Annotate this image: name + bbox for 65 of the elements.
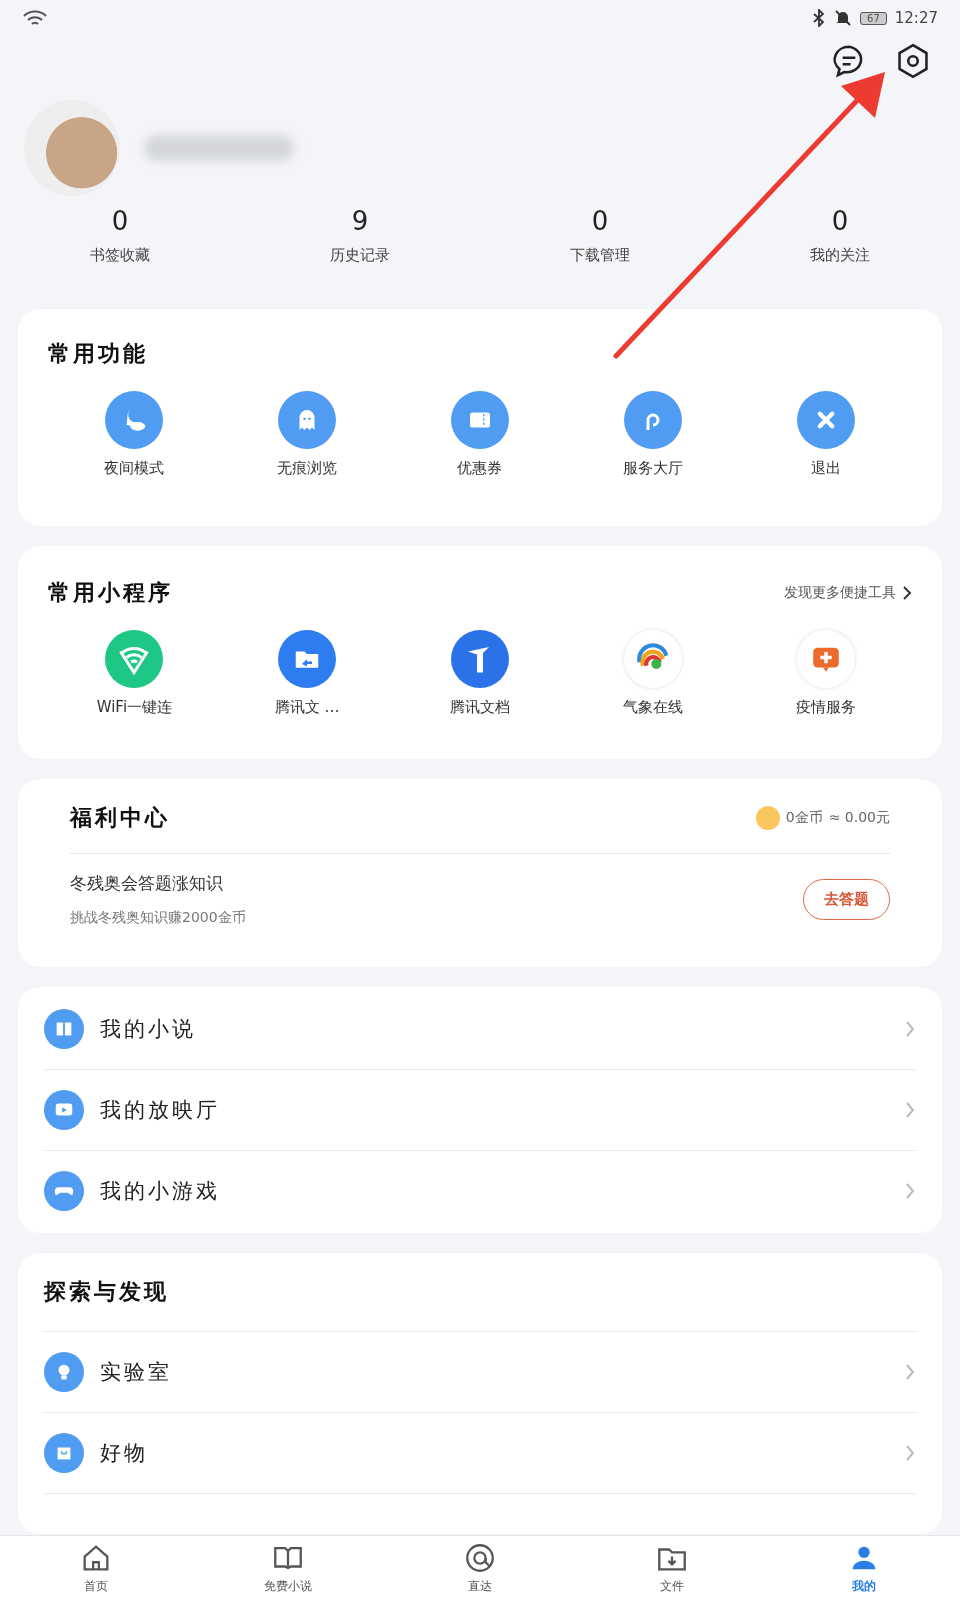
tab[interactable]: 我的 (768, 1536, 960, 1600)
function-label[interactable]: 优惠券 (457, 459, 503, 478)
tab[interactable]: 直达 (384, 1536, 576, 1600)
stat-label[interactable]: 下载管理 (570, 246, 630, 265)
tab[interactable]: 文件 (576, 1536, 768, 1600)
menu-item[interactable]: 我的小说 (100, 1015, 888, 1043)
chevron-right-icon (904, 1019, 916, 1039)
menu-item[interactable]: 实验室 (100, 1358, 888, 1386)
tab[interactable]: 免费小说 (192, 1536, 384, 1600)
stat-count[interactable]: 0 (591, 206, 609, 236)
answer-button[interactable]: 去答题 (803, 879, 890, 920)
mini-program-label[interactable]: WiFi一键连 (96, 698, 173, 717)
stat-label[interactable]: 书签收藏 (90, 246, 150, 265)
mini-program-label[interactable]: 气象在线 (622, 698, 683, 717)
play-icon (44, 1090, 84, 1130)
coin-icon (755, 806, 780, 830)
folder-icon (278, 630, 337, 688)
close-icon[interactable] (796, 391, 855, 449)
section-title: 探索与发现 (44, 1279, 169, 1304)
medical-chat-icon (796, 630, 855, 688)
wifi-signal-icon (22, 9, 48, 27)
chevron-right-icon (904, 1100, 916, 1120)
stat-count[interactable]: 9 (351, 206, 369, 236)
menu-item[interactable]: 我的放映厅 (100, 1096, 888, 1124)
stat-count[interactable]: 0 (831, 206, 849, 236)
clock-time: 12:27 (894, 9, 938, 27)
chevron-right-icon (904, 1443, 916, 1463)
book-icon (44, 1009, 84, 1049)
chevron-right-icon (902, 585, 912, 601)
battery-level: 67 (860, 11, 887, 25)
link-icon[interactable] (623, 391, 682, 449)
muted-bell-icon (834, 9, 853, 27)
task-description: 挑战冬残奥知识赚2000金币 (70, 909, 246, 927)
section-title: 常用小程序 (48, 579, 173, 607)
mini-program-label[interactable]: 腾讯文档 (450, 698, 510, 717)
gamepad-icon (44, 1171, 84, 1211)
section-title: 福利中心 (70, 804, 170, 832)
stat-count[interactable]: 0 (111, 206, 129, 236)
stat-label[interactable]: 历史记录 (330, 246, 390, 265)
task-title: 冬残奥会答题涨知识 (70, 872, 224, 895)
function-label[interactable]: 退出 (810, 459, 841, 478)
function-label[interactable]: 服务大厅 (622, 459, 683, 478)
ticket-icon[interactable] (451, 391, 509, 449)
at-sign-icon (463, 1541, 497, 1575)
wifi-shield-icon (105, 630, 164, 688)
mini-program-label[interactable]: 腾讯文 … (274, 698, 340, 717)
swirl-icon (623, 630, 682, 688)
chevron-right-icon (904, 1362, 916, 1382)
ghost-icon[interactable] (278, 391, 337, 449)
more-tools-link[interactable]: 发现更多便捷工具 (784, 584, 912, 602)
bluetooth-icon (812, 9, 827, 27)
moon-cloud-icon[interactable] (105, 391, 164, 449)
menu-item[interactable]: 我的小游戏 (100, 1177, 888, 1205)
function-label[interactable]: 无痕浏览 (277, 459, 338, 478)
coin-balance: 0金币 (785, 809, 823, 827)
cash-value: ≈ 0.00元 (828, 809, 890, 827)
menu-item[interactable]: 好物 (100, 1439, 888, 1467)
bag-icon (44, 1433, 84, 1473)
section-title: 常用功能 (48, 341, 148, 366)
mini-program-label[interactable]: 疫情服务 (795, 698, 856, 717)
stat-label[interactable]: 我的关注 (810, 246, 870, 265)
lightbulb-icon (44, 1352, 84, 1392)
tab[interactable]: 首页 (0, 1536, 192, 1600)
function-label[interactable]: 夜间模式 (104, 459, 165, 478)
chevron-right-icon (904, 1181, 916, 1201)
